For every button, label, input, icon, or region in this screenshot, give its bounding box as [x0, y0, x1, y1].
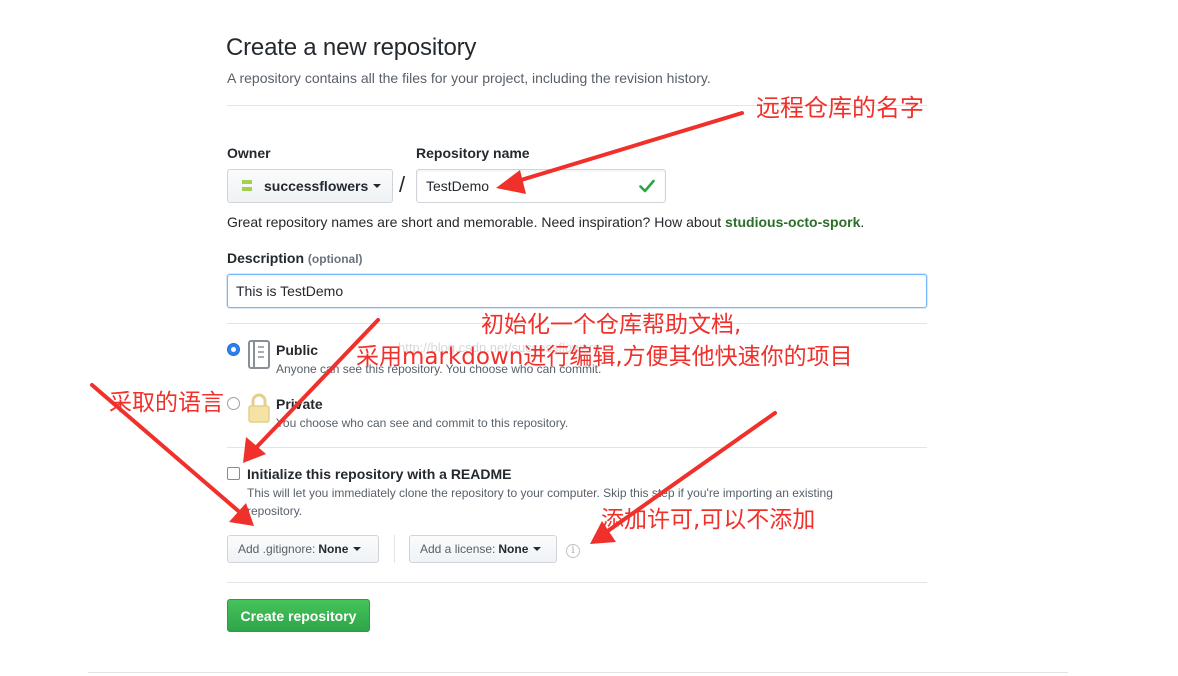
readme-description-cont: repository. — [247, 504, 303, 518]
info-icon[interactable]: i — [566, 544, 580, 558]
owner-dropdown[interactable]: successflowers — [227, 169, 393, 203]
page-title: Create a new repository — [226, 34, 477, 61]
gitignore-value: None — [318, 542, 349, 556]
public-title: Public — [276, 342, 319, 358]
description-label: Description (optional) — [227, 250, 363, 266]
dropdown-separator — [394, 535, 395, 563]
optional-tag: (optional) — [307, 252, 363, 266]
chevron-down-icon — [353, 547, 362, 551]
private-description: You choose who can see and commit to thi… — [276, 416, 569, 430]
readme-checkbox[interactable] — [227, 467, 240, 480]
arrowhead-readme — [243, 437, 266, 463]
license-prefix: Add a license: — [420, 542, 496, 556]
page-subtitle: A repository contains all the files for … — [227, 70, 711, 86]
book-icon — [248, 340, 270, 369]
annotation-readme-line2: 采用markdown进行编辑,方便其他快速你的项目 — [356, 344, 853, 370]
divider — [227, 582, 927, 583]
description-label-text: Description — [227, 250, 305, 266]
description-input[interactable]: This is TestDemo — [227, 274, 927, 308]
chevron-down-icon — [373, 184, 382, 188]
owner-name: successflowers — [264, 178, 369, 194]
name-hint-suffix: . — [860, 214, 865, 230]
check-icon — [639, 179, 655, 193]
description-value: This is TestDemo — [236, 283, 344, 299]
name-suggestion[interactable]: studious-octo-spork — [725, 214, 860, 230]
annotation-repo-name: 远程仓库的名字 — [756, 94, 924, 122]
license-dropdown[interactable]: Add a license: None — [409, 535, 557, 563]
annotation-readme-line1: 初始化一个仓库帮助文档, — [481, 312, 742, 338]
annotation-license: 添加许可,可以不添加 — [601, 507, 816, 533]
name-hint: Great repository names are short and mem… — [227, 214, 864, 230]
readme-description: This will let you immediately clone the … — [247, 486, 833, 500]
gitignore-dropdown[interactable]: Add .gitignore: None — [227, 535, 379, 563]
owner-avatar — [240, 179, 254, 193]
repo-name-label: Repository name — [416, 145, 530, 161]
chevron-down-icon — [533, 547, 542, 551]
repo-name-value: TestDemo — [426, 178, 490, 194]
repo-name-input[interactable]: TestDemo — [416, 169, 666, 203]
gitignore-prefix: Add .gitignore: — [238, 542, 316, 556]
private-title: Private — [276, 396, 323, 412]
name-hint-text: Great repository names are short and mem… — [227, 214, 726, 230]
divider — [227, 447, 927, 448]
license-value: None — [498, 542, 529, 556]
public-radio[interactable] — [227, 343, 240, 356]
private-radio[interactable] — [227, 397, 240, 410]
lock-icon — [248, 393, 270, 423]
create-repository-button[interactable]: Create repository — [227, 599, 370, 632]
annotation-language: 采取的语言 — [109, 390, 224, 416]
owner-repo-separator: / — [399, 172, 406, 197]
owner-label: Owner — [227, 145, 271, 161]
readme-title: Initialize this repository with a README — [247, 466, 512, 482]
footer-divider — [88, 672, 1068, 673]
